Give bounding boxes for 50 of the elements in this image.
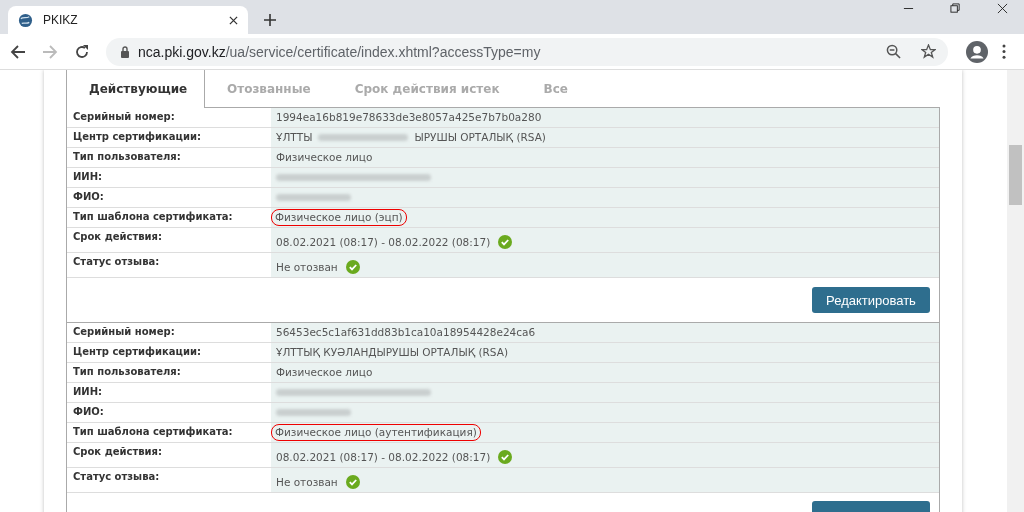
profile-icon[interactable] — [966, 40, 988, 63]
reload-icon[interactable] — [74, 43, 90, 60]
field-label: Статус отзыва: — [73, 256, 160, 267]
field-label: Тип пользователя: — [73, 151, 181, 162]
tab[interactable]: Действующие — [67, 70, 205, 108]
field-value: 56453ec5c1af631dd83b1ca10a18954428e24ca6 — [276, 326, 536, 339]
field-label: Серийный номер: — [73, 111, 175, 122]
field-label: ИИН: — [73, 171, 103, 182]
globe-icon — [18, 12, 33, 28]
field-value: Не отозван — [276, 260, 338, 274]
field-label: ФИО: — [73, 191, 104, 202]
zoom-out-icon[interactable] — [886, 44, 901, 59]
field-value: 08.02.2021 (08:17) - 08.02.2022 (08:17) — [276, 235, 491, 249]
lock-icon — [120, 45, 130, 58]
url-path: /ua/service/certificate/index.xhtml?accessType=my — [225, 43, 541, 60]
field-label: Тип шаблона сертификата: — [73, 426, 233, 437]
field-value: 08.02.2021 (08:17) - 08.02.2022 (08:17) — [276, 450, 491, 464]
field-value: Физическое лицо (аутентификация) — [271, 424, 481, 441]
close-icon[interactable] — [229, 15, 238, 25]
field-label: ИИН: — [73, 386, 103, 397]
edit-button[interactable]: Редактировать — [812, 287, 930, 313]
field-label: Статус отзыва: — [73, 471, 160, 482]
field-label: ФИО: — [73, 406, 104, 417]
field-label: Срок действия: — [73, 231, 162, 242]
restore-icon[interactable] — [950, 2, 961, 14]
star-icon[interactable] — [921, 44, 936, 59]
url-host: nca.pki.gov.kz — [138, 43, 226, 60]
close-icon[interactable] — [997, 2, 1008, 14]
field-label: Тип шаблона сертификата: — [73, 211, 233, 222]
tab-title: PKIKZ — [43, 13, 79, 27]
field-label: Центр сертификации: — [73, 131, 201, 142]
scrollbar-thumb[interactable] — [1009, 145, 1022, 205]
field-value: Физическое лицо (эцп) — [271, 209, 407, 226]
field-value: Физическое лицо — [276, 151, 373, 164]
scrollbar[interactable] — [1007, 70, 1024, 512]
address-bar[interactable]: nca.pki.gov.kz/ua/service/certificate/index.xhtml?accessType=my — [106, 37, 948, 66]
field-label: Срок действия: — [73, 446, 162, 457]
field-label: Серийный номер: — [73, 326, 175, 337]
back-icon[interactable] — [10, 43, 26, 60]
field-value: ҰЛТТЫҚ КУӘЛАНДЫРУШЫ ОРТАЛЫҚ (RSA) — [276, 346, 508, 359]
field-value: ЫРУШЫ ОРТАЛЫҚ (RSA) — [414, 131, 546, 144]
new-tab-icon[interactable] — [264, 14, 276, 26]
browser-tab[interactable]: PKIKZ — [8, 6, 248, 34]
field-value: ҰЛТТЫ — [276, 131, 313, 144]
field-value: Не отозван — [276, 475, 338, 489]
field-label: Центр сертификации: — [73, 346, 201, 357]
field-label: Тип пользователя: — [73, 366, 181, 377]
field-value: Физическое лицо — [276, 366, 373, 379]
field-value: 1994ea16b819e78633de3e8057a425e7b7b0a280 — [276, 111, 542, 124]
menu-icon[interactable] — [1002, 44, 1006, 59]
